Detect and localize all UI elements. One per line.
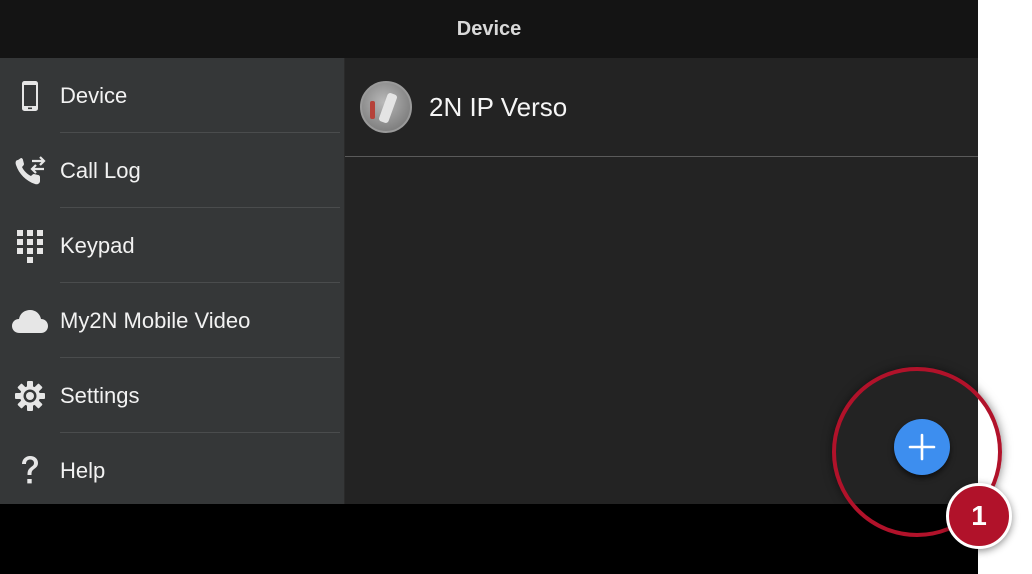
device-list: 2N IP Verso <box>345 58 978 504</box>
device-screen: Device Device Call Log Keypad My2N Mobil… <box>0 0 978 574</box>
app-bar: Device <box>0 0 978 58</box>
nav-item-label: Help <box>60 457 106 483</box>
question-icon <box>0 433 60 508</box>
nav-item-label: Keypad <box>60 232 135 258</box>
nav-item-my2n-mobile-video[interactable]: My2N Mobile Video <box>0 283 344 358</box>
nav-item-help[interactable]: Help <box>0 433 344 508</box>
add-device-button[interactable] <box>894 419 950 475</box>
page-title: Device <box>456 17 522 40</box>
call-log-icon <box>0 133 60 208</box>
avatar-led <box>370 101 375 119</box>
plus-icon <box>908 433 936 461</box>
list-item[interactable]: 2N IP Verso <box>345 58 978 157</box>
nav-item-label: Call Log <box>60 157 141 183</box>
nav-item-device[interactable]: Device <box>0 58 344 133</box>
nav-item-label: Settings <box>60 382 140 408</box>
cloud-icon <box>0 283 60 358</box>
gear-icon <box>0 358 60 433</box>
nav-item-label: My2N Mobile Video <box>60 307 251 333</box>
nav-item-settings[interactable]: Settings <box>0 358 344 433</box>
avatar-slot <box>378 92 398 124</box>
callout-badge: 1 <box>946 483 1012 549</box>
nav-item-call-log[interactable]: Call Log <box>0 133 344 208</box>
nav-item-label: Device <box>60 82 128 108</box>
nav-item-keypad[interactable]: Keypad <box>0 208 344 283</box>
device-name: 2N IP Verso <box>429 91 568 122</box>
smartphone-icon <box>0 58 60 133</box>
intercom-device-avatar <box>360 81 412 133</box>
dialpad-icon <box>0 208 60 283</box>
navigation-drawer: Device Call Log Keypad My2N Mobile Video… <box>0 58 344 504</box>
